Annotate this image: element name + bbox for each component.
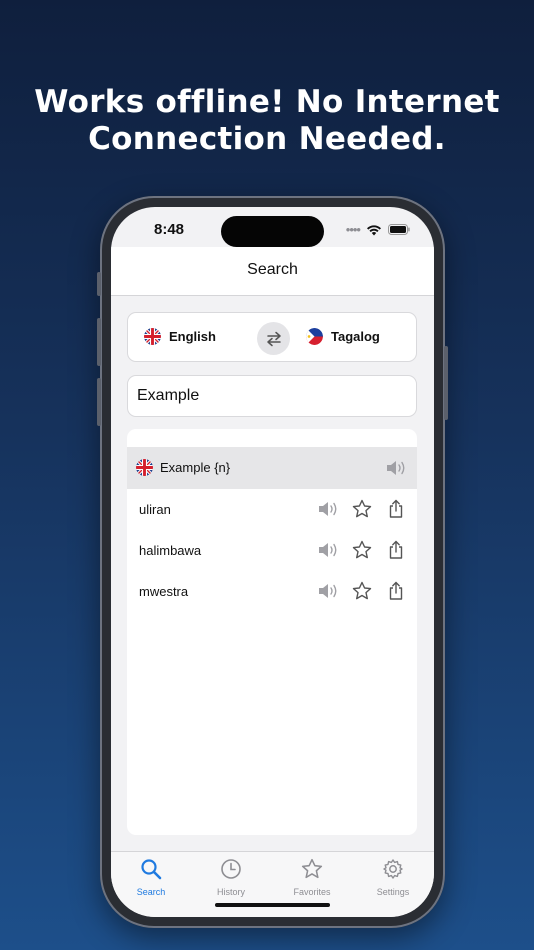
target-language-label: Tagalog <box>331 329 380 344</box>
swap-languages-button[interactable] <box>257 322 290 355</box>
speaker-button[interactable] <box>317 498 339 520</box>
speaker-icon <box>319 502 337 516</box>
tab-bar: Search History Favorites Settings <box>111 851 434 917</box>
headline: Works offline! No Internet Connection Ne… <box>0 84 534 158</box>
main-content: English Tagalog Example Example {n} ulir… <box>111 297 434 851</box>
tab-history-label: History <box>216 887 245 897</box>
status-icons: •••• <box>346 222 410 237</box>
language-selector: English Tagalog <box>127 312 417 362</box>
clock-icon <box>221 859 241 879</box>
phone-frame: 8:48 •••• Search English Tagalog Example… <box>97 196 448 928</box>
navigation-bar: Search <box>111 247 434 296</box>
uk-flag-icon <box>136 459 153 476</box>
tab-history[interactable]: History <box>191 858 271 897</box>
share-icon <box>389 540 403 559</box>
star-icon <box>301 858 323 879</box>
speaker-icon[interactable] <box>385 458 407 478</box>
translation-word: mwestra <box>139 584 189 599</box>
result-term-row[interactable]: Example {n} <box>127 447 417 489</box>
translation-word: halimbawa <box>139 543 202 558</box>
philippines-flag-icon <box>306 328 323 345</box>
headline-line-1: Works offline! No Internet <box>34 84 500 120</box>
phone-screen: 8:48 •••• Search English Tagalog Example… <box>111 207 434 917</box>
search-input[interactable]: Example <box>127 375 417 417</box>
action-button <box>97 272 101 296</box>
tab-settings-label: Settings <box>376 887 410 897</box>
share-button[interactable] <box>385 580 407 602</box>
speaker-icon <box>319 543 337 557</box>
page-title: Search <box>247 261 298 278</box>
speaker-icon <box>319 584 337 598</box>
source-language-label: English <box>169 329 216 344</box>
share-button[interactable] <box>385 539 407 561</box>
swap-arrows-icon <box>266 331 281 346</box>
share-button[interactable] <box>385 498 407 520</box>
battery-icon <box>388 224 410 235</box>
tab-settings[interactable]: Settings <box>353 858 433 897</box>
volume-up-button <box>97 318 101 366</box>
headline-line-2: Connection Needed. <box>88 121 446 157</box>
translation-word: uliran <box>139 502 171 517</box>
cellular-signal-icon: •••• <box>345 222 361 237</box>
results-panel: Example {n} uliran halimbawa mwestra <box>127 429 417 835</box>
uk-flag-icon <box>144 328 161 345</box>
result-term: Example {n} <box>160 460 231 475</box>
share-icon <box>389 499 403 518</box>
star-icon <box>352 581 372 600</box>
share-icon <box>389 581 403 600</box>
favorite-button[interactable] <box>351 539 373 561</box>
dynamic-island <box>221 216 324 247</box>
volume-down-button <box>97 378 101 426</box>
home-indicator <box>215 903 330 907</box>
speaker-button[interactable] <box>317 539 339 561</box>
list-item[interactable]: halimbawa <box>127 530 417 571</box>
speaker-button[interactable] <box>317 580 339 602</box>
source-language-button[interactable]: English <box>144 328 216 345</box>
star-icon <box>352 499 372 518</box>
star-icon <box>352 540 372 559</box>
favorite-button[interactable] <box>351 580 373 602</box>
list-item[interactable]: mwestra <box>127 571 417 612</box>
target-language-button[interactable]: Tagalog <box>306 328 380 345</box>
status-time: 8:48 <box>154 221 185 238</box>
tab-search-label: Search <box>136 887 166 897</box>
tab-favorites[interactable]: Favorites <box>272 858 352 897</box>
power-button <box>444 346 448 420</box>
gear-icon <box>383 859 403 879</box>
favorite-button[interactable] <box>351 498 373 520</box>
tab-search[interactable]: Search <box>111 858 191 897</box>
wifi-icon <box>367 224 381 235</box>
tab-favorites-label: Favorites <box>293 887 331 897</box>
search-icon <box>141 859 162 880</box>
list-item[interactable]: uliran <box>127 489 417 530</box>
